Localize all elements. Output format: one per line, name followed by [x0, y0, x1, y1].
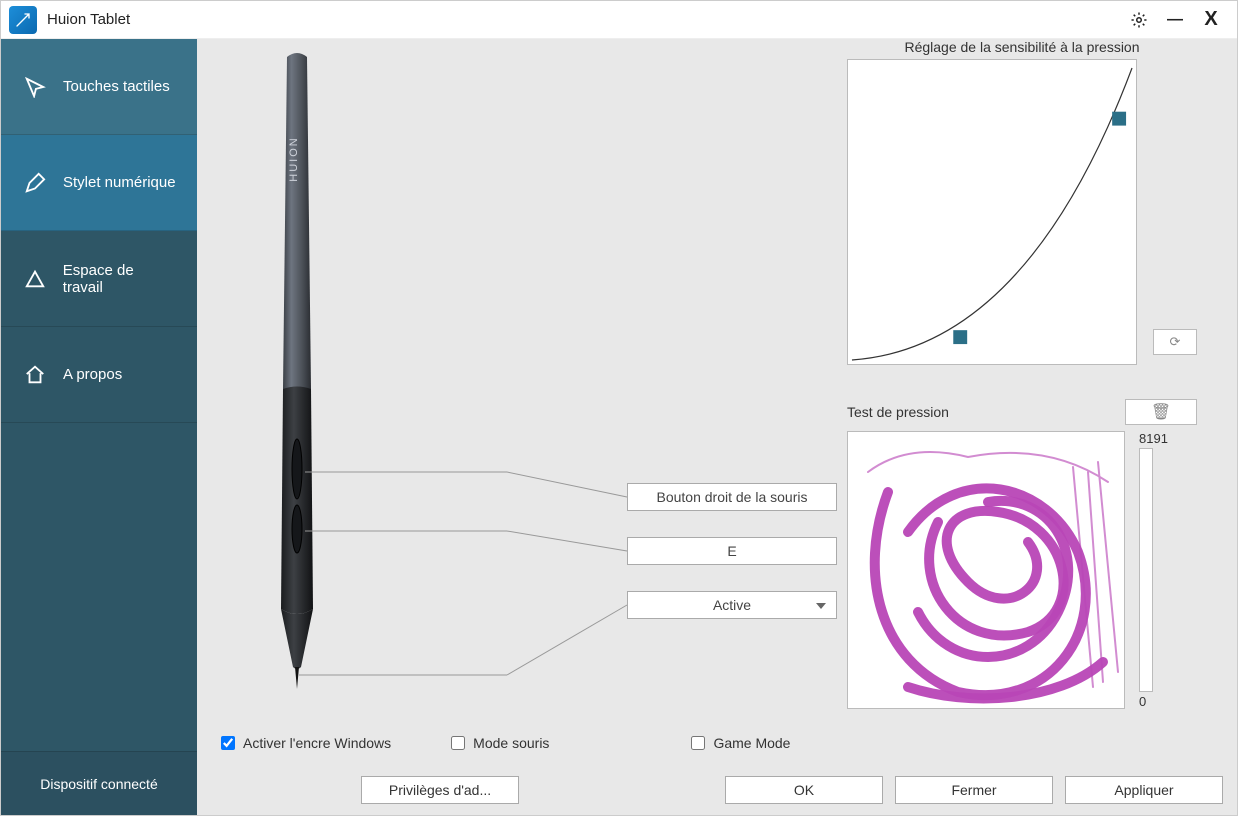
app-title: Huion Tablet [47, 11, 130, 28]
pressure-test-title: Test de pression [847, 404, 1125, 420]
pressure-bar: 8191 0 [1139, 431, 1168, 709]
pressure-min-value: 0 [1139, 694, 1146, 709]
options-row: Activer l'encre Windows Mode souris Game… [221, 735, 1217, 751]
sidebar-item-touch-keys[interactable]: Touches tactiles [1, 39, 197, 135]
app-icon [9, 6, 37, 34]
pressure-test-panel: Test de pression 🗑 [847, 399, 1197, 709]
sidebar-item-label: Espace de travail [63, 262, 177, 296]
sidebar-item-label: Touches tactiles [63, 78, 170, 95]
pen-button-bottom-field[interactable]: E [627, 537, 837, 565]
windows-ink-label: Activer l'encre Windows [243, 735, 391, 751]
pen-button-top-field[interactable]: Bouton droit de la souris [627, 483, 837, 511]
pen-button-top-label: Bouton droit de la souris [657, 489, 808, 505]
sidebar-item-label: A propos [63, 366, 122, 383]
pen-button-bottom-label: E [727, 543, 736, 559]
pressure-test-canvas[interactable] [847, 431, 1125, 709]
game-mode-checkbox[interactable]: Game Mode [691, 735, 790, 751]
sidebar-item-label: Stylet numérique [63, 174, 176, 191]
pen-tip-mode-label: Active [713, 597, 751, 613]
trash-icon: 🗑 [1151, 402, 1171, 422]
minimize-button[interactable]: — [1157, 6, 1193, 34]
pressure-max-value: 8191 [1139, 431, 1168, 446]
main-panel: HUION Bouton droit de la souri [197, 39, 1237, 815]
mouse-mode-input[interactable] [451, 736, 465, 750]
cursor-icon [21, 76, 49, 98]
close-window-button[interactable]: X [1193, 6, 1229, 34]
workspace-icon [21, 268, 49, 290]
reset-icon: ⟳ [1170, 334, 1181, 350]
pen-icon [21, 172, 49, 194]
sensitivity-graph[interactable] [847, 59, 1137, 365]
sidebar-item-digital-pen[interactable]: Stylet numérique [1, 135, 197, 231]
close-button[interactable]: Fermer [895, 776, 1053, 804]
sidebar: Touches tactiles Stylet numérique Espace… [1, 39, 197, 815]
home-icon [21, 364, 49, 386]
sensitivity-reset-button[interactable]: ⟳ [1153, 329, 1197, 355]
admin-privileges-button[interactable]: Privilèges d'ad... [361, 776, 519, 804]
apply-button[interactable]: Appliquer [1065, 776, 1223, 804]
pressure-bar-track [1139, 448, 1153, 692]
pen-tip-mode-select[interactable]: Active [627, 591, 837, 619]
mouse-mode-checkbox[interactable]: Mode souris [451, 735, 549, 751]
pen-illustration: HUION [267, 49, 327, 689]
sensitivity-title: Réglage de la sensibilité à la pression [847, 39, 1197, 55]
pressure-test-clear-button[interactable]: 🗑 [1125, 399, 1197, 425]
sidebar-item-workspace[interactable]: Espace de travail [1, 231, 197, 327]
settings-button[interactable] [1121, 6, 1157, 34]
windows-ink-checkbox[interactable]: Activer l'encre Windows [221, 735, 391, 751]
connection-status: Dispositif connecté [1, 751, 197, 815]
game-mode-label: Game Mode [713, 735, 790, 751]
svg-text:HUION: HUION [288, 136, 300, 181]
sidebar-item-about[interactable]: A propos [1, 327, 197, 423]
windows-ink-input[interactable] [221, 736, 235, 750]
bottom-bar: Privilèges d'ad... OK Fermer Appliquer [197, 765, 1237, 815]
title-bar: Huion Tablet — X [1, 1, 1237, 39]
ok-button[interactable]: OK [725, 776, 883, 804]
mouse-mode-label: Mode souris [473, 735, 549, 751]
game-mode-input[interactable] [691, 736, 705, 750]
sensitivity-panel: Réglage de la sensibilité à la pression … [847, 39, 1197, 365]
